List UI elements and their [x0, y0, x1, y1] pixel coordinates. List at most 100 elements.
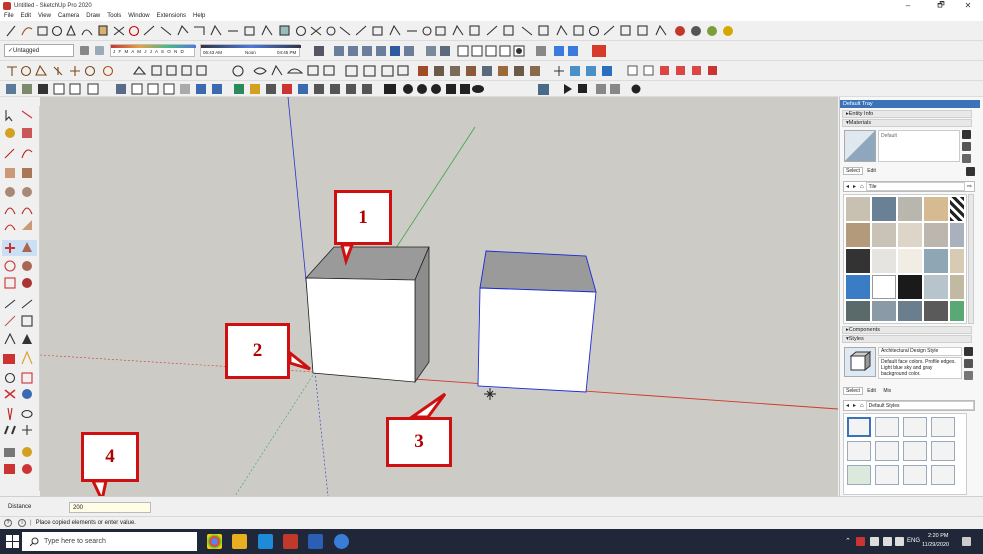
clock-date[interactable]: 11/29/2020: [922, 542, 949, 548]
smoove-icon[interactable]: [70, 66, 80, 76]
intersect-icon[interactable]: [486, 25, 498, 36]
layer-dropdown[interactable]: ✓ Untagged: [4, 44, 74, 57]
create-material-icon[interactable]: [962, 142, 971, 151]
material-e-icon[interactable]: [482, 66, 492, 76]
month-slider[interactable]: J F M A M J J A S O N D: [110, 44, 196, 57]
select-icon[interactable]: [6, 25, 16, 37]
solid-inspector-icon[interactable]: [397, 65, 409, 76]
export-icon[interactable]: [596, 84, 606, 94]
material-g-icon[interactable]: [514, 66, 524, 76]
box-copy[interactable]: [477, 250, 597, 393]
materials-edit-tab[interactable]: Edit: [864, 168, 879, 174]
top-icon[interactable]: [22, 84, 32, 94]
scale-icon[interactable]: [143, 25, 155, 36]
crosshair-icon[interactable]: [554, 66, 564, 76]
sandbox-from-contours-icon[interactable]: [35, 64, 48, 76]
add-detail-icon[interactable]: [132, 66, 147, 75]
swatch-23[interactable]: [898, 301, 922, 321]
eraser-tool-icon[interactable]: [21, 110, 33, 119]
swatch-13[interactable]: [898, 249, 922, 273]
share-model-icon[interactable]: [620, 25, 631, 36]
shadow-toggle-icon[interactable]: [95, 46, 104, 55]
front-view-icon[interactable]: [457, 45, 469, 57]
settings-gear-icon[interactable]: [631, 84, 641, 94]
entity-info-panel[interactable]: ▸ Entity Info: [842, 110, 972, 118]
panel-a-icon[interactable]: [627, 65, 638, 76]
panel-f-icon[interactable]: [708, 66, 717, 75]
swatch-24[interactable]: [924, 301, 948, 321]
position-camera-icon[interactable]: [389, 24, 401, 36]
menu-extensions[interactable]: Extensions: [157, 13, 186, 19]
menu-camera[interactable]: Camera: [58, 13, 79, 19]
walk-tool-icon[interactable]: [362, 84, 372, 94]
scene-thumb-icon[interactable]: [538, 84, 549, 95]
panel-d-icon[interactable]: [676, 66, 685, 75]
chrome-icon[interactable]: [207, 534, 222, 549]
follow-me-icon[interactable]: [177, 24, 189, 36]
layout-icon[interactable]: [637, 25, 648, 36]
fog-icon[interactable]: [196, 65, 207, 76]
section-icon[interactable]: [20, 65, 32, 77]
back-icon[interactable]: [69, 83, 81, 95]
trim-icon[interactable]: [538, 25, 549, 36]
skype-icon[interactable]: [258, 534, 273, 549]
gallery-icon[interactable]: [707, 26, 717, 36]
pan-tool-icon[interactable]: [250, 84, 260, 94]
previous-view-icon[interactable]: [314, 84, 324, 94]
walk-icon[interactable]: [422, 26, 432, 36]
swatch-5[interactable]: [950, 197, 964, 221]
menu-view[interactable]: View: [38, 13, 51, 19]
style-update-icon[interactable]: [964, 347, 973, 356]
sketchup-taskbar-icon[interactable]: [283, 534, 298, 549]
freehand-icon[interactable]: [21, 27, 33, 36]
dimension-tool-icon[interactable]: [21, 299, 33, 309]
style-thumb-6[interactable]: [875, 441, 899, 461]
paint-bucket-icon[interactable]: [5, 128, 15, 138]
close-button[interactable]: ✕: [953, 0, 983, 11]
visibility-icon[interactable]: [472, 85, 484, 93]
iso-view-icon[interactable]: [426, 46, 436, 56]
move-icon[interactable]: [113, 26, 125, 36]
zoom-icon[interactable]: [326, 26, 336, 36]
axes-icon[interactable]: [261, 24, 273, 36]
styles-panel[interactable]: ▾ Styles: [842, 335, 972, 343]
swatch-scrollbar[interactable]: [968, 194, 974, 324]
footprints-icon[interactable]: [4, 425, 16, 435]
split-icon[interactable]: [556, 24, 568, 36]
report-icon[interactable]: [592, 45, 606, 57]
flip-edge-icon[interactable]: [151, 65, 162, 76]
section-plane-left-icon[interactable]: [22, 425, 32, 435]
look-around-tool-icon[interactable]: [346, 84, 356, 94]
rotate-icon[interactable]: [128, 25, 140, 37]
zoom-extents-tool-icon[interactable]: [298, 84, 308, 94]
tray-wifi-icon[interactable]: [883, 537, 892, 546]
circle-tool-icon[interactable]: [5, 187, 15, 197]
pie-tool-icon[interactable]: [22, 220, 32, 230]
protractor-tool-icon[interactable]: [4, 315, 16, 327]
extension-icon[interactable]: [603, 25, 615, 36]
look-around-left-icon[interactable]: [21, 409, 33, 419]
hidden-line-icon[interactable]: [362, 46, 372, 56]
lock-icon[interactable]: [446, 84, 456, 94]
maximize-button[interactable]: 🗗: [926, 0, 956, 11]
material-h-icon[interactable]: [530, 66, 540, 76]
swatch-17[interactable]: [872, 275, 896, 299]
taskbar-search[interactable]: Type here to search: [22, 532, 197, 551]
component-attributes-icon[interactable]: [381, 65, 394, 77]
tray-network-icon[interactable]: [870, 537, 879, 546]
eraser-icon[interactable]: [22, 128, 32, 138]
warehouse-left-icon[interactable]: [22, 447, 32, 457]
section-plane-icon[interactable]: [435, 26, 446, 36]
outer-shell-icon[interactable]: [573, 25, 584, 36]
terrain-icon[interactable]: [568, 46, 578, 56]
rectangle-tool-icon[interactable]: [5, 168, 15, 178]
wireframe-icon[interactable]: [348, 46, 358, 56]
styles-back-icon[interactable]: ◂: [846, 402, 849, 409]
shaded-icon[interactable]: [376, 46, 386, 56]
rotate-tool-icon[interactable]: [4, 260, 16, 272]
back-view-icon[interactable]: [485, 45, 497, 57]
hide-all-icon[interactable]: [431, 84, 441, 94]
rotated-rect-icon[interactable]: [22, 168, 32, 178]
swatch-25[interactable]: [950, 301, 964, 321]
details-icon[interactable]: ⇨: [967, 183, 972, 190]
